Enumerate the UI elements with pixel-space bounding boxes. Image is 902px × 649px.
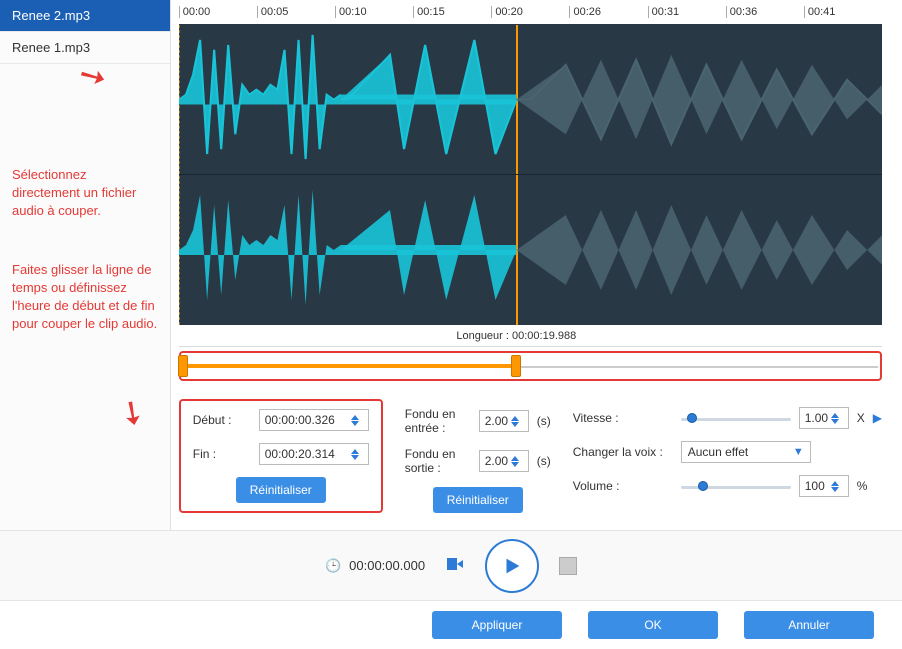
marker-icon[interactable] bbox=[445, 556, 465, 575]
ruler-tick: 00:36 bbox=[726, 6, 804, 18]
range-slider[interactable] bbox=[179, 351, 882, 381]
start-label: Début : bbox=[193, 413, 251, 427]
speed-label: Vitesse : bbox=[573, 411, 673, 425]
seconds-unit: (s) bbox=[537, 414, 551, 428]
volume-input[interactable]: 100 bbox=[799, 475, 849, 497]
length-value: 00:00:19.988 bbox=[512, 330, 576, 342]
reset-fade-button[interactable]: Réinitialiser bbox=[433, 487, 523, 513]
speed-slider[interactable] bbox=[681, 411, 791, 425]
spinner-icon[interactable] bbox=[511, 456, 523, 467]
playback-bar: 🕒 00:00:00.000 bbox=[0, 530, 902, 600]
ruler-tick: 00:10 bbox=[335, 6, 413, 18]
spinner-icon[interactable] bbox=[351, 415, 363, 426]
volume-slider[interactable] bbox=[681, 479, 791, 493]
ruler-tick: 00:05 bbox=[257, 6, 335, 18]
start-time-value: 00:00:00.326 bbox=[265, 413, 335, 427]
annotation-text: Sélectionnez directement un fichier audi… bbox=[0, 156, 170, 231]
spinner-icon[interactable] bbox=[831, 481, 843, 492]
play-preview-icon[interactable]: ▶ bbox=[873, 411, 882, 425]
fadein-input[interactable]: 2.00 bbox=[479, 410, 529, 432]
cancel-button[interactable]: Annuler bbox=[744, 611, 874, 639]
end-time-value: 00:00:20.314 bbox=[265, 447, 335, 461]
waveform-channel-left bbox=[179, 25, 882, 175]
file-sidebar: Renee 2.mp3 Renee 1.mp3 ➘ Sélectionnez d… bbox=[0, 0, 171, 530]
fadein-label: Fondu en entrée : bbox=[405, 407, 471, 435]
fadein-value: 2.00 bbox=[485, 414, 508, 428]
ruler-tick: 00:15 bbox=[413, 6, 491, 18]
playback-time: 00:00:00.000 bbox=[349, 558, 425, 573]
voice-value: Aucun effet bbox=[688, 445, 749, 459]
ruler-tick: 00:00 bbox=[179, 6, 257, 18]
ok-button[interactable]: OK bbox=[588, 611, 718, 639]
fadeout-value: 2.00 bbox=[485, 454, 508, 468]
time-ruler: 00:00 00:05 00:10 00:15 00:20 00:26 00:3… bbox=[179, 0, 882, 25]
fadeout-label: Fondu en sortie : bbox=[405, 447, 471, 475]
volume-unit: % bbox=[857, 479, 868, 493]
end-label: Fin : bbox=[193, 447, 251, 461]
reset-trim-button[interactable]: Réinitialiser bbox=[236, 477, 326, 503]
clock-icon: 🕒 bbox=[325, 558, 341, 574]
end-time-input[interactable]: 00:00:20.314 bbox=[259, 443, 369, 465]
slider-handle-start[interactable] bbox=[178, 355, 188, 377]
voice-select[interactable]: Aucun effet ▼ bbox=[681, 441, 811, 463]
ruler-tick: 00:26 bbox=[569, 6, 647, 18]
length-bar: Longueur : 00:00:19.988 bbox=[179, 325, 882, 347]
seconds-unit: (s) bbox=[537, 454, 551, 468]
volume-label: Volume : bbox=[573, 479, 673, 493]
fadeout-input[interactable]: 2.00 bbox=[479, 450, 529, 472]
stop-button[interactable] bbox=[559, 557, 577, 575]
speed-value: 1.00 bbox=[805, 411, 828, 425]
speed-input[interactable]: 1.00 bbox=[799, 407, 849, 429]
waveform-display[interactable] bbox=[179, 25, 882, 325]
waveform-channel-right bbox=[179, 175, 882, 325]
speed-unit: X bbox=[857, 411, 865, 425]
apply-button[interactable]: Appliquer bbox=[432, 611, 562, 639]
slider-selected-range bbox=[183, 364, 517, 368]
chevron-down-icon: ▼ bbox=[793, 446, 804, 458]
slider-handle-end[interactable] bbox=[511, 355, 521, 377]
length-label: Longueur : bbox=[456, 330, 509, 342]
start-time-input[interactable]: 00:00:00.326 bbox=[259, 409, 369, 431]
ruler-tick: 00:41 bbox=[804, 6, 882, 18]
editor-panel: 00:00 00:05 00:10 00:15 00:20 00:26 00:3… bbox=[171, 0, 902, 530]
play-button[interactable] bbox=[485, 539, 539, 593]
dialog-footer: Appliquer OK Annuler bbox=[0, 600, 902, 649]
voice-label: Changer la voix : bbox=[573, 445, 673, 459]
volume-value: 100 bbox=[805, 479, 825, 493]
ruler-tick: 00:31 bbox=[648, 6, 726, 18]
ruler-tick: 00:20 bbox=[491, 6, 569, 18]
spinner-icon[interactable] bbox=[351, 449, 363, 460]
spinner-icon[interactable] bbox=[831, 413, 843, 424]
spinner-icon[interactable] bbox=[511, 416, 523, 427]
